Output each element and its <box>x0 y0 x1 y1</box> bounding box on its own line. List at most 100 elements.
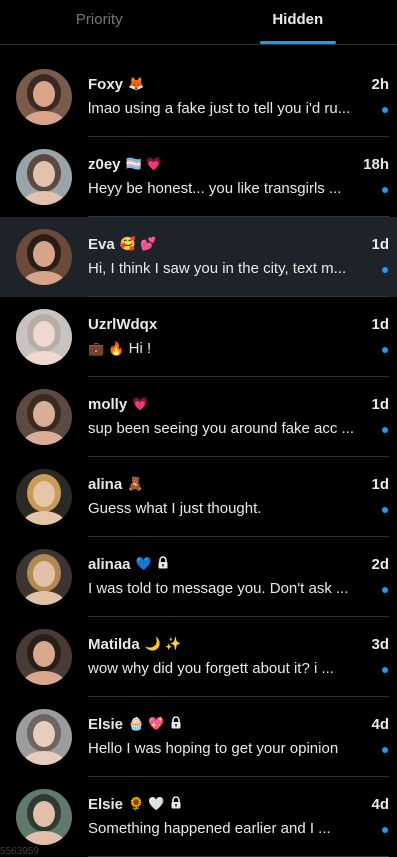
name-emoji-badges: 🧁 💖 <box>128 717 165 732</box>
message-preview: I was told to message you. Don't ask ... <box>88 580 369 597</box>
conversation-name: alina <box>88 476 123 493</box>
conversation-row[interactable]: Foxy 🦊 2h lmao using a fake just to tell… <box>0 57 397 137</box>
unread-indicator <box>382 587 388 593</box>
lock-icon <box>170 796 182 813</box>
conversation-time: 3d <box>371 636 389 653</box>
conversation-name: molly <box>88 396 128 413</box>
name-emoji-badges: 💙 <box>135 557 152 572</box>
conversation-name-line: Elsie 🧁 💖 <box>88 716 337 733</box>
unread-indicator <box>382 427 388 433</box>
preview-text: lmao using a fake just to tell you i'd r… <box>88 100 351 117</box>
conversation-time: 2h <box>371 76 389 93</box>
conversation-row[interactable]: alina 🧸 1d Guess what I just thought. <box>0 457 397 537</box>
conversation-name: alinaa <box>88 556 131 573</box>
conversation-row[interactable]: alinaa 💙 2d I was told to message you. D… <box>0 537 397 617</box>
conversation-name: Elsie <box>88 716 124 733</box>
message-preview: Hello I was hoping to get your opinion <box>88 740 369 757</box>
conversation-time: 1d <box>371 316 389 333</box>
active-tab-indicator <box>259 41 336 44</box>
name-emoji-badges: 🧸 <box>127 477 144 492</box>
inbox-tabs: Priority Hidden <box>0 0 397 45</box>
conversation-name-line: Eva 🥰 💕 <box>88 236 337 253</box>
conversation-row[interactable]: UzrlWdqx 1d 💼 🔥 Hi ! <box>0 297 397 377</box>
conversation-row[interactable]: Elsie 🧁 💖 4d Hello I was hoping to get y… <box>0 697 397 777</box>
avatar[interactable] <box>16 229 72 285</box>
conversation-name-line: alina 🧸 <box>88 476 337 493</box>
conversation-name-line: UzrlWdqx <box>88 316 337 333</box>
unread-indicator <box>382 347 388 353</box>
name-emoji-badges: 🌙 ✨ <box>144 637 182 652</box>
name-emoji-badges: 🥰 💕 <box>119 237 157 252</box>
message-preview: lmao using a fake just to tell you i'd r… <box>88 100 369 117</box>
avatar[interactable] <box>16 549 72 605</box>
message-preview: Guess what I just thought. <box>88 500 369 517</box>
conversation-name: Elsie <box>88 796 124 813</box>
conversation-time: 2d <box>371 556 389 573</box>
unread-indicator <box>382 747 388 753</box>
tab-priority[interactable]: Priority <box>0 0 199 44</box>
name-emoji-badges: 🦊 <box>128 77 145 92</box>
conversation-name-line: z0ey 🏳️‍⚧️ 💗 <box>88 156 337 173</box>
preview-text: sup been seeing you around fake acc ... <box>88 420 355 437</box>
conversation-row[interactable]: Elsie 🌻 🤍 4d Something happened earlier … <box>0 777 397 857</box>
preview-text: wow why did you forgett about it? i ... <box>88 660 334 677</box>
conversation-list: Foxy 🦊 2h lmao using a fake just to tell… <box>0 57 397 857</box>
unread-indicator <box>382 107 388 113</box>
conversation-name: UzrlWdqx <box>88 316 158 333</box>
message-preview: sup been seeing you around fake acc ... <box>88 420 369 437</box>
conversation-name-line: Elsie 🌻 🤍 <box>88 796 337 813</box>
tab-hidden-label: Hidden <box>272 10 324 28</box>
message-preview: wow why did you forgett about it? i ... <box>88 660 369 677</box>
conversation-time: 1d <box>371 396 389 413</box>
conversation-name: Matilda <box>88 636 140 653</box>
conversation-name-line: Foxy 🦊 <box>88 76 337 93</box>
avatar[interactable] <box>16 709 72 765</box>
lock-icon <box>170 716 182 733</box>
conversation-name: Foxy <box>88 76 124 93</box>
preview-text: Guess what I just thought. <box>88 500 262 517</box>
conversation-time: 18h <box>363 156 389 173</box>
conversation-time: 1d <box>371 476 389 493</box>
conversation-name-line: Matilda 🌙 ✨ <box>88 636 337 653</box>
unread-indicator <box>382 267 388 273</box>
message-preview: Heyy be honest... you like transgirls ..… <box>88 180 369 197</box>
unread-indicator <box>382 667 388 673</box>
unread-indicator <box>382 187 388 193</box>
avatar[interactable] <box>16 389 72 445</box>
preview-emoji: 💼 🔥 <box>88 342 129 357</box>
messages-app: Priority Hidden Foxy 🦊 2h lmao using a f… <box>0 0 397 857</box>
unread-indicator <box>382 827 388 833</box>
name-emoji-badges: 🌻 🤍 <box>128 797 165 812</box>
avatar[interactable] <box>16 309 72 365</box>
conversation-name-line: molly 💗 <box>88 396 337 413</box>
conversation-name: z0ey <box>88 156 121 173</box>
unread-indicator <box>382 507 388 513</box>
name-emoji-badges: 💗 <box>132 397 149 412</box>
preview-text: Hi ! <box>128 340 152 357</box>
conversation-row[interactable]: Matilda 🌙 ✨ 3d wow why did you forgett a… <box>0 617 397 697</box>
conversation-time: 4d <box>371 796 389 813</box>
avatar[interactable] <box>16 69 72 125</box>
preview-text: Hello I was hoping to get your opinion <box>88 740 339 757</box>
conversation-name-line: alinaa 💙 <box>88 556 337 573</box>
footer-id-text: 5563959 <box>0 846 39 857</box>
message-preview: 💼 🔥 Hi ! <box>88 340 369 357</box>
preview-text: I was told to message you. Don't ask ... <box>88 580 349 597</box>
conversation-time: 4d <box>371 716 389 733</box>
name-emoji-badges: 🏳️‍⚧️ 💗 <box>125 157 163 172</box>
conversation-row[interactable]: Eva 🥰 💕 1d Hi, I think I saw you in the … <box>0 217 397 297</box>
preview-text: Heyy be honest... you like transgirls ..… <box>88 180 342 197</box>
avatar[interactable] <box>16 629 72 685</box>
preview-text: Hi, I think I saw you in the city, text … <box>88 260 347 277</box>
message-preview: Hi, I think I saw you in the city, text … <box>88 260 369 277</box>
tab-hidden[interactable]: Hidden <box>199 0 397 44</box>
conversation-row[interactable]: molly 💗 1d sup been seeing you around fa… <box>0 377 397 457</box>
conversation-row[interactable]: z0ey 🏳️‍⚧️ 💗 18h Heyy be honest... you l… <box>0 137 397 217</box>
avatar[interactable] <box>16 149 72 205</box>
tab-priority-label: Priority <box>75 10 123 28</box>
conversation-time: 1d <box>371 236 389 253</box>
avatar[interactable] <box>16 789 72 845</box>
lock-icon <box>157 556 169 573</box>
conversation-name: Eva <box>88 236 115 253</box>
avatar[interactable] <box>16 469 72 525</box>
